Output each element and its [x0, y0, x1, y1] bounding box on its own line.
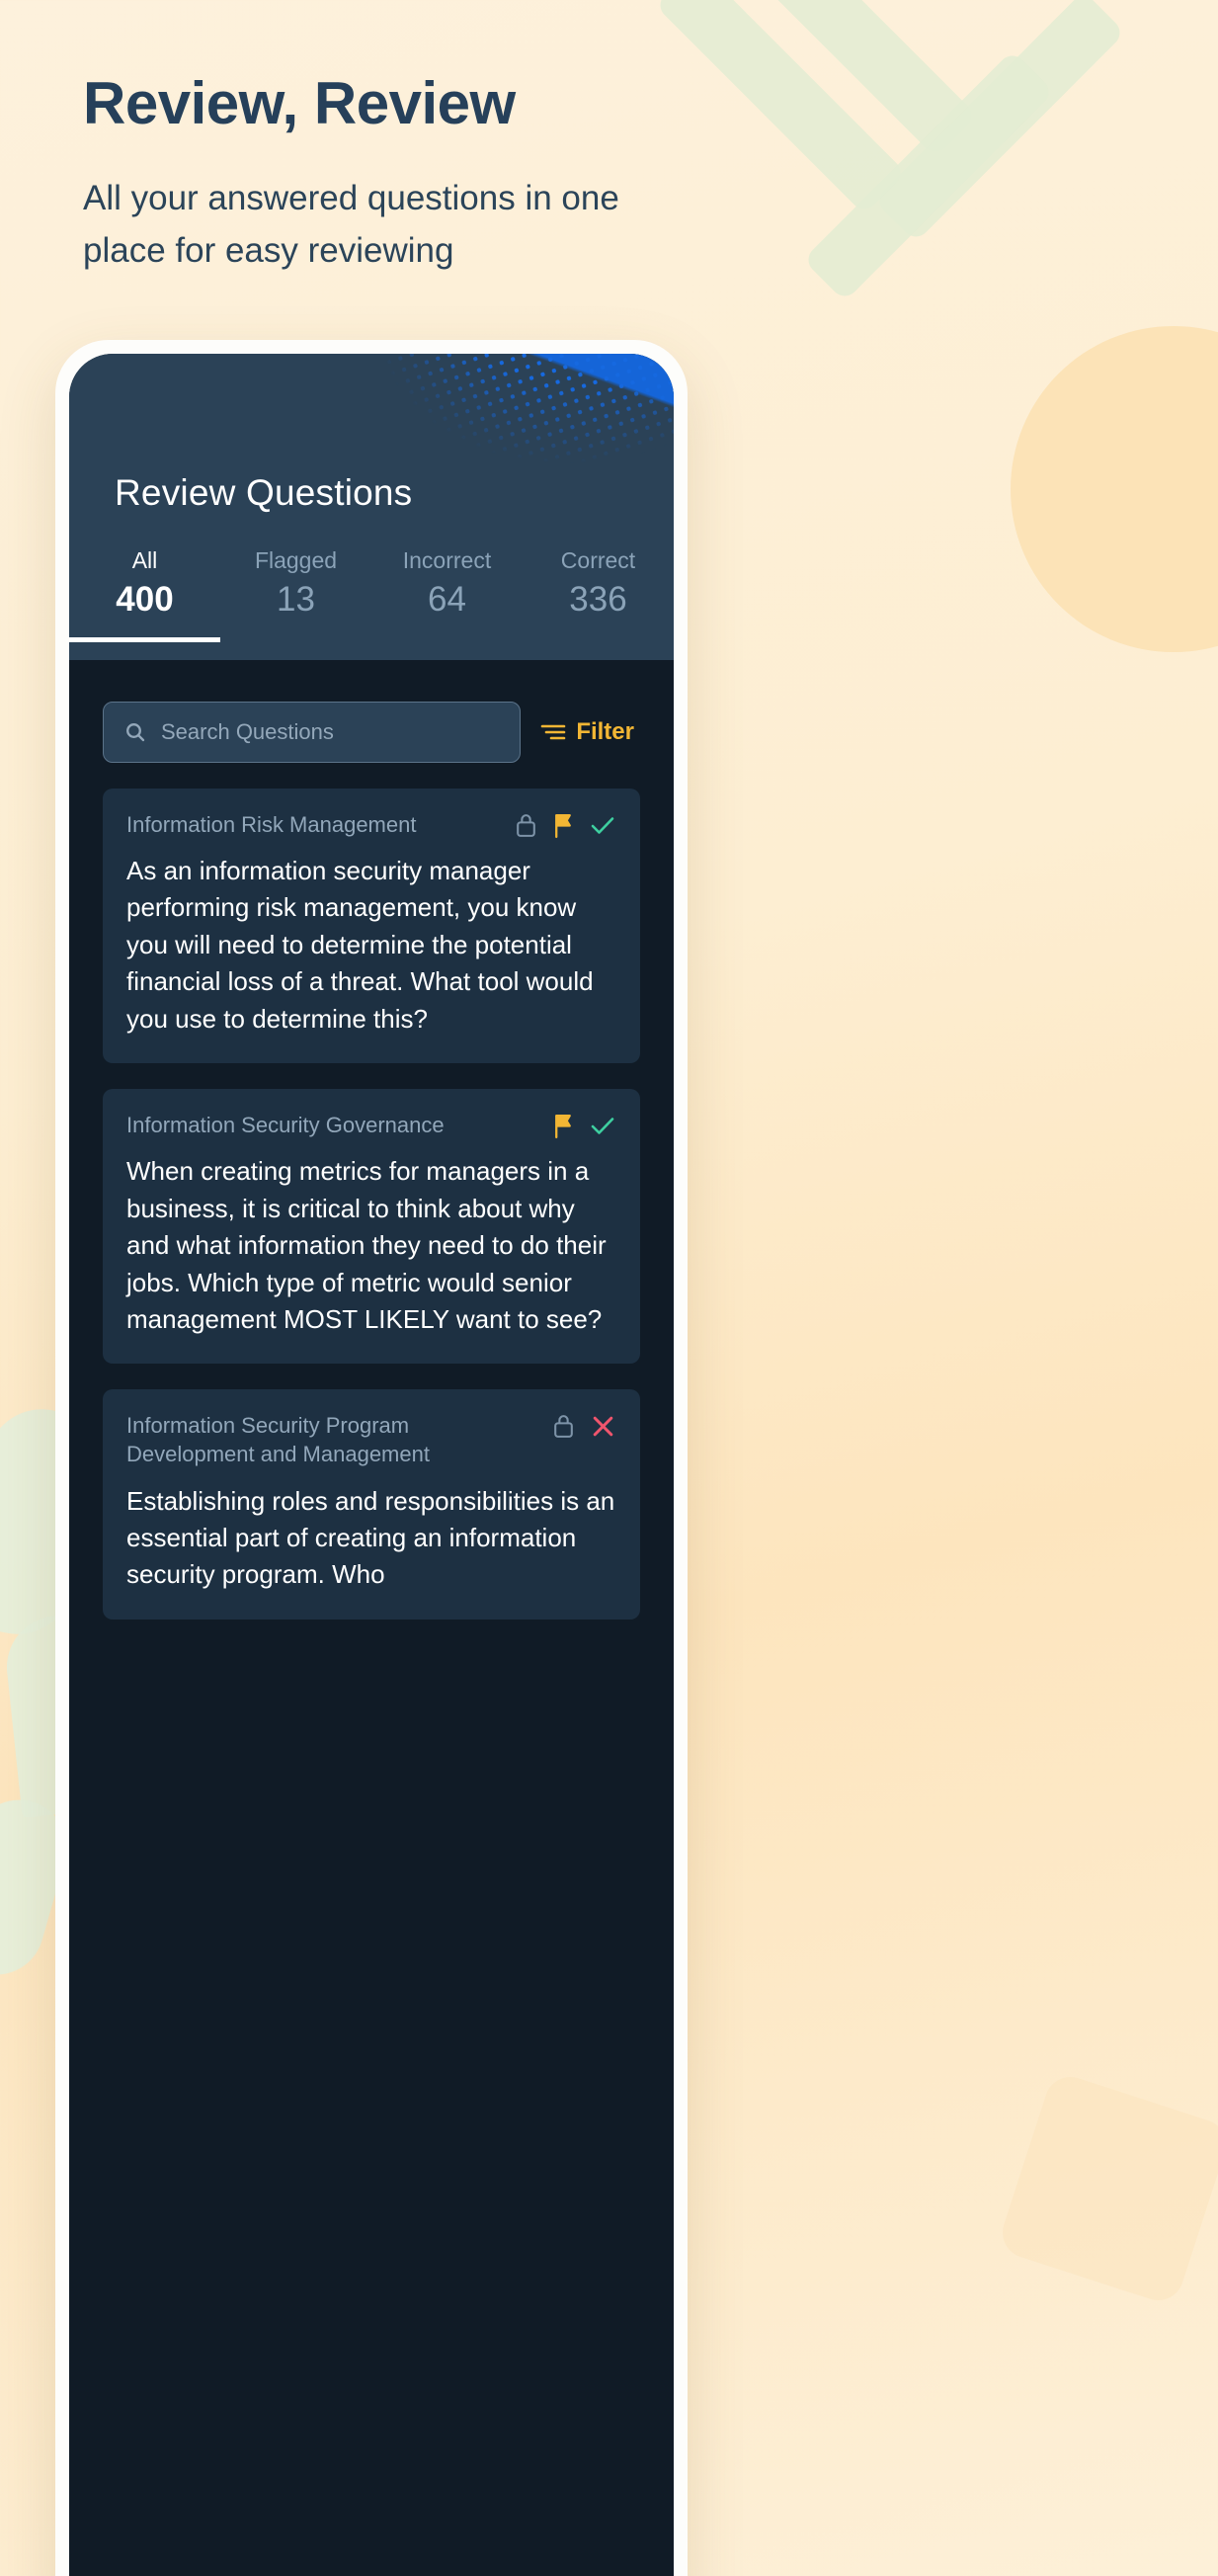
- tab-bar: All 400 Flagged 13 Incorrect 64 Correct …: [69, 547, 674, 642]
- question-text: When creating metrics for managers in a …: [126, 1156, 607, 1334]
- question-category: Information Security Governance: [126, 1113, 445, 1138]
- question-card[interactable]: Information Risk Management As an inform…: [103, 789, 640, 1064]
- hero-section: Review, Review All your answered questio…: [83, 69, 972, 277]
- tab-label: Flagged: [254, 547, 338, 573]
- tab-count: 336: [569, 580, 627, 619]
- question-card-header: Information Security Governance: [126, 1111, 616, 1139]
- tab-all[interactable]: All 400: [69, 547, 220, 642]
- app-header: Review Questions All 400 Flagged 13 Inco…: [69, 354, 674, 660]
- tab-count: 400: [116, 580, 174, 619]
- tab-label: Incorrect: [402, 547, 492, 573]
- check-icon: [589, 812, 616, 839]
- search-row: Search Questions Filter: [69, 660, 674, 763]
- tab-label: Correct: [560, 547, 636, 573]
- question-status-icons: [552, 1111, 616, 1139]
- tab-incorrect[interactable]: Incorrect 64: [371, 547, 523, 642]
- question-status-icons: [551, 1411, 616, 1440]
- filter-label: Filter: [576, 718, 634, 745]
- tab-label: All: [131, 547, 158, 573]
- lock-icon[interactable]: [514, 812, 538, 839]
- question-list: Information Risk Management As an inform…: [69, 763, 674, 1620]
- page-subtitle: All your answered questions in one place…: [83, 179, 619, 270]
- page-title: Review, Review: [83, 70, 516, 136]
- square-shape: [996, 2070, 1218, 2307]
- question-category: Information Risk Management: [126, 812, 417, 837]
- lock-icon[interactable]: [551, 1413, 576, 1440]
- cross-icon: [590, 1413, 616, 1440]
- flag-icon[interactable]: [552, 812, 575, 839]
- app-title: Review Questions: [115, 472, 413, 513]
- search-icon: [123, 720, 147, 744]
- filter-button[interactable]: Filter: [540, 718, 640, 746]
- question-card-header: Information Security Program Development…: [126, 1411, 616, 1468]
- filter-icon: [540, 721, 566, 743]
- flag-icon[interactable]: [552, 1113, 575, 1139]
- question-card[interactable]: Information Security Program Development…: [103, 1389, 640, 1620]
- phone-mockup: Review Questions All 400 Flagged 13 Inco…: [55, 340, 688, 2576]
- tab-count: 64: [428, 580, 466, 619]
- tab-correct[interactable]: Correct 336: [523, 547, 674, 642]
- question-category: Information Security Program Development…: [126, 1413, 430, 1467]
- search-input[interactable]: Search Questions: [103, 702, 522, 763]
- phone-screen: Review Questions All 400 Flagged 13 Inco…: [69, 354, 674, 2576]
- tab-flagged[interactable]: Flagged 13: [220, 547, 371, 642]
- tab-count: 13: [277, 580, 315, 619]
- check-icon: [589, 1113, 616, 1139]
- question-text: Establishing roles and responsibilities …: [126, 1485, 615, 1590]
- question-text: As an information security manager perfo…: [126, 856, 594, 1034]
- question-card-header: Information Risk Management: [126, 810, 616, 839]
- circle-shape: [1011, 326, 1218, 652]
- question-status-icons: [514, 810, 616, 839]
- question-card[interactable]: Information Security Governance When cre…: [103, 1089, 640, 1365]
- search-placeholder: Search Questions: [161, 719, 334, 744]
